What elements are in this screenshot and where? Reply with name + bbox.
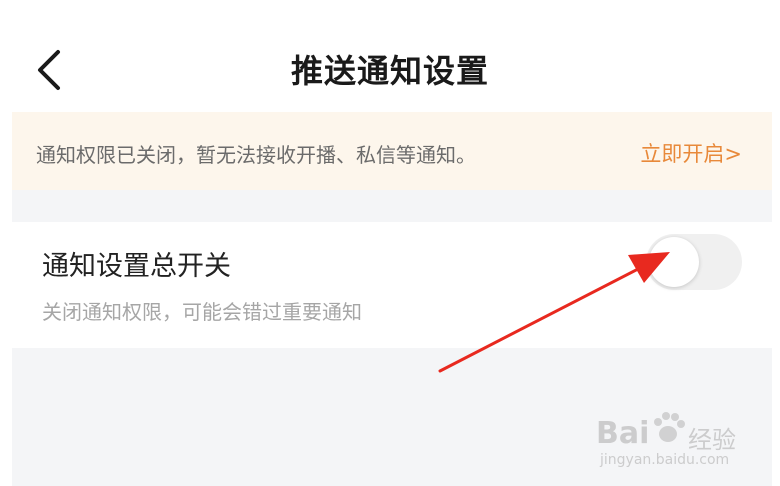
permission-banner: 通知权限已关闭，暂无法接收开播、私信等通知。 立即开启> [12,112,772,190]
right-margin [772,112,780,486]
toggle-knob [649,237,699,287]
header: 推送通知设置 [0,0,780,112]
master-switch-description: 关闭通知权限，可能会错过重要通知 [42,300,362,324]
master-switch-toggle[interactable] [646,234,742,290]
section-separator [12,190,772,222]
master-switch-title: 通知设置总开关 [42,251,231,282]
screen: 推送通知设置 通知权限已关闭，暂无法接收开播、私信等通知。 立即开启> 通知设置… [0,0,780,486]
page-title: 推送通知设置 [290,52,489,90]
left-margin [0,112,12,486]
empty-area [12,348,772,486]
banner-message: 通知权限已关闭，暂无法接收开播、私信等通知。 [36,143,476,167]
enable-now-link[interactable]: 立即开启> [640,138,742,168]
master-switch-row: 通知设置总开关 关闭通知权限，可能会错过重要通知 [12,222,772,348]
